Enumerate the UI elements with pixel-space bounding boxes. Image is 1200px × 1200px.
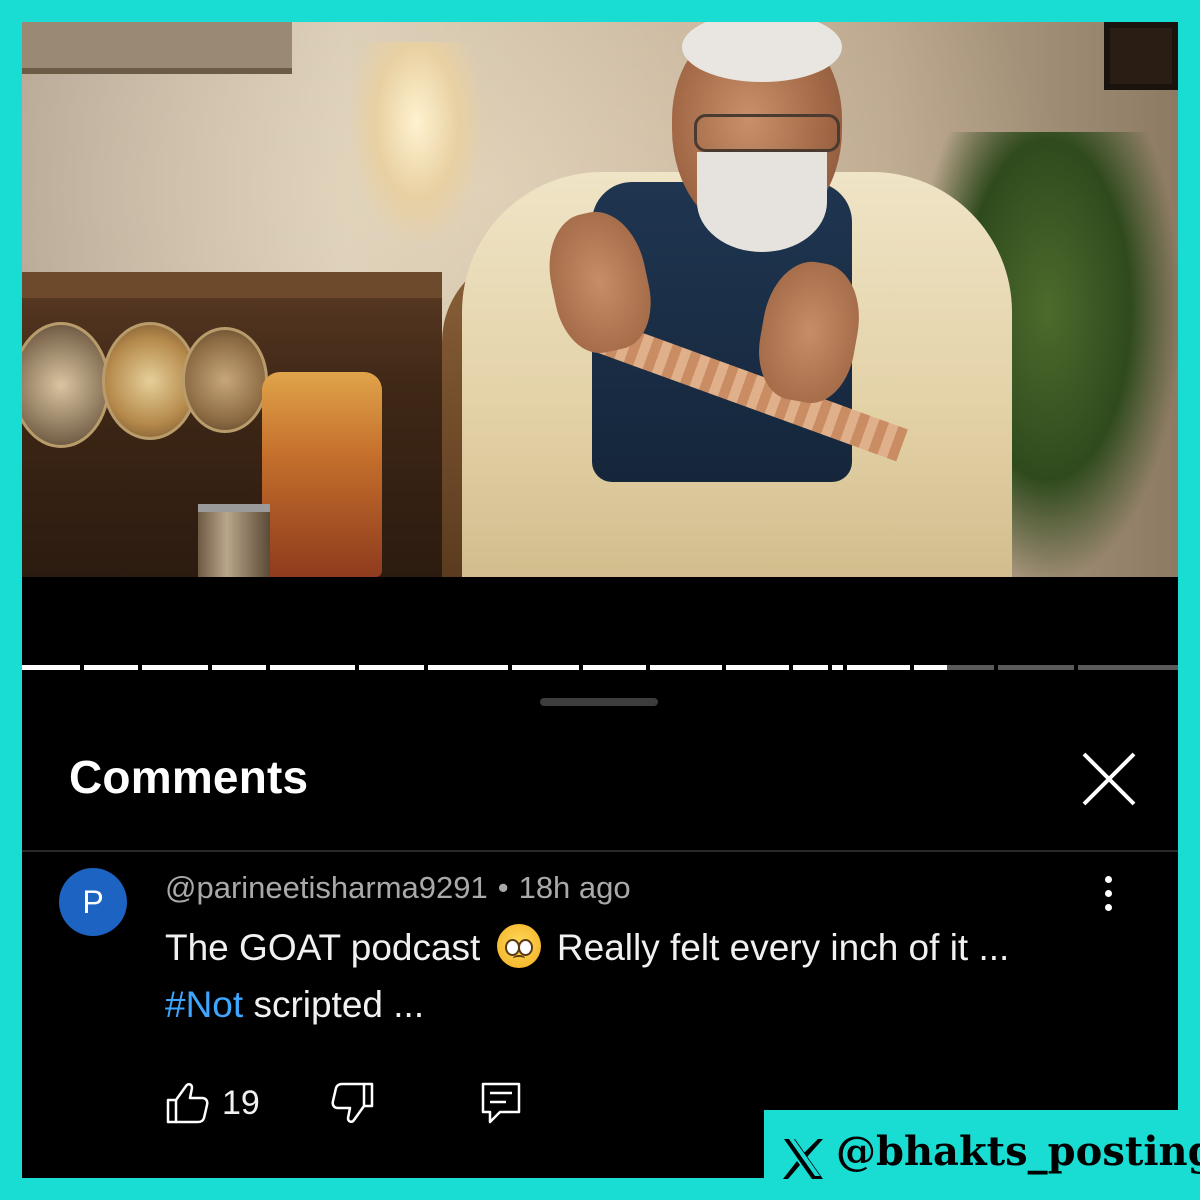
progress-segment[interactable] (832, 665, 843, 670)
progress-segment[interactable] (650, 665, 722, 670)
video-player[interactable] (22, 22, 1178, 577)
comment-author[interactable]: @parineetisharma9291 (165, 870, 488, 905)
wall-frame (22, 22, 292, 74)
progress-segment[interactable] (1078, 665, 1178, 670)
progress-segment[interactable] (793, 665, 828, 670)
comment-text: Really felt every inch of it ... (556, 927, 1010, 968)
progress-segment[interactable] (512, 665, 579, 670)
x-logo-icon (783, 1139, 823, 1179)
sheet-drag-handle[interactable] (540, 698, 658, 706)
progress-segment[interactable] (583, 665, 646, 670)
comment-time: 18h ago (518, 870, 631, 905)
close-button[interactable] (1074, 744, 1144, 814)
pleading-face-icon (496, 924, 541, 968)
close-icon (1082, 752, 1136, 806)
reply-comment-icon (481, 1082, 521, 1124)
divider (22, 850, 1178, 852)
more-options-button[interactable] (1094, 876, 1122, 920)
wall-frame (1104, 22, 1178, 90)
progress-segment[interactable] (359, 665, 424, 670)
thumbs-up-icon (166, 1083, 209, 1124)
glasses (694, 114, 840, 152)
progress-segment[interactable] (726, 665, 789, 670)
progress-segment[interactable] (142, 665, 208, 670)
meta-separator: • (497, 870, 509, 905)
comment-meta: @parineetisharma9291 • 18h ago (165, 870, 631, 906)
decorative-plate (182, 327, 268, 433)
hashtag-link[interactable]: #Not (165, 984, 243, 1025)
painted-vase (262, 372, 382, 577)
screenshot-frame: Comments P @parineetisharma9291 • 18h ago … (22, 22, 1178, 1178)
like-button[interactable] (164, 1080, 210, 1126)
avatar[interactable]: P (59, 868, 127, 936)
more-vert-icon (1094, 876, 1122, 911)
progress-segment[interactable] (270, 665, 355, 670)
thumbs-down-icon (331, 1082, 374, 1123)
progress-segment[interactable] (847, 665, 910, 670)
progress-segment[interactable] (428, 665, 508, 670)
shelf (22, 272, 442, 298)
comments-title: Comments (69, 751, 309, 803)
speaker-figure (432, 22, 1012, 577)
progress-segment[interactable] (22, 665, 80, 670)
like-count: 19 (222, 1084, 260, 1122)
comment-text: scripted ... (253, 984, 425, 1025)
progress-segment[interactable] (914, 665, 994, 670)
reply-button[interactable] (480, 1080, 522, 1126)
avatar-letter: P (82, 883, 104, 920)
video-progress-bar[interactable] (22, 665, 1178, 670)
progress-segment[interactable] (998, 665, 1074, 670)
comment-text: The GOAT podcast (165, 927, 481, 968)
beard (697, 152, 827, 252)
watermark-handle: @bhakts_posting (836, 1128, 1200, 1175)
comment-text-line-2: #Not scripted ... (165, 984, 424, 1026)
progress-segment[interactable] (212, 665, 266, 670)
dislike-button[interactable] (330, 1080, 376, 1126)
water-glass (198, 504, 270, 577)
comment-text-line-1: The GOAT podcast Really felt every inch … (165, 924, 1009, 969)
progress-segment[interactable] (84, 665, 138, 670)
